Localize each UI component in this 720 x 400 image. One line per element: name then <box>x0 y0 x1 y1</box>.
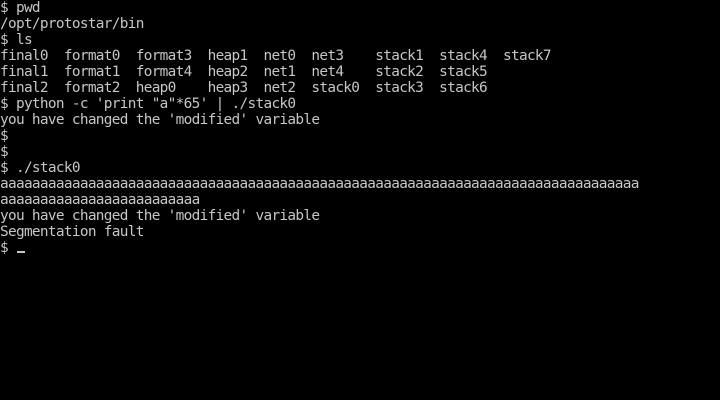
terminal-line: $ python -c 'print "a"*65' | ./stack0 <box>0 96 296 112</box>
terminal-line: $ ./stack0 <box>0 160 81 176</box>
terminal-line: final2 format2 heap0 heap3 net2 stack0 s… <box>0 80 488 96</box>
terminal-line: Segmentation fault <box>0 224 144 240</box>
command-prompt-line[interactable]: $ <box>0 240 720 256</box>
terminal-line: $ pwd <box>0 0 41 16</box>
terminal-line: you have changed the 'modified' variable <box>0 208 320 224</box>
prompt-symbol: $ <box>0 240 16 256</box>
terminal-line: aaaaaaaaaaaaaaaaaaaaaaaaaaaaaaaaaaaaaaaa… <box>0 176 639 192</box>
terminal-line: aaaaaaaaaaaaaaaaaaaaaaaaa <box>0 192 200 208</box>
terminal-line: $ <box>0 128 9 144</box>
text-cursor <box>16 251 25 253</box>
terminal-line: final1 format1 format4 heap2 net1 net4 s… <box>0 64 488 80</box>
terminal-line: you have changed the 'modified' variable <box>0 112 320 128</box>
terminal-line: $ ls <box>0 32 33 48</box>
terminal-line: /opt/protostar/bin <box>0 16 144 32</box>
terminal-window[interactable]: $ pwd /opt/protostar/bin $ ls final0 for… <box>0 0 720 400</box>
terminal-line: final0 format0 format3 heap1 net0 net3 s… <box>0 48 552 64</box>
terminal-line: $ <box>0 144 9 160</box>
